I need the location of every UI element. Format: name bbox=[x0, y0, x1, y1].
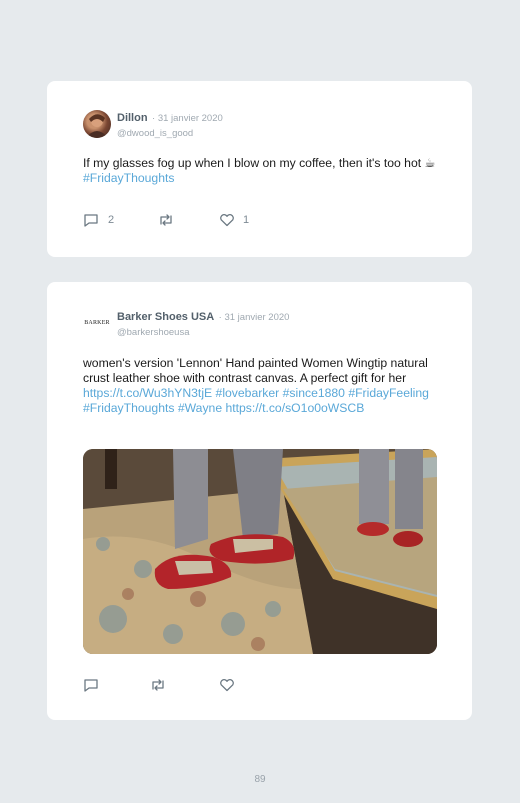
avatar[interactable]: BARKER bbox=[83, 309, 111, 337]
like-button[interactable] bbox=[219, 678, 235, 692]
tweet-text: women's version 'Lennon' Hand painted Wo… bbox=[83, 356, 438, 416]
heart-icon bbox=[219, 678, 235, 692]
retweet-icon bbox=[157, 213, 175, 227]
avatar[interactable] bbox=[83, 110, 111, 138]
display-name[interactable]: Barker Shoes USA bbox=[117, 311, 214, 323]
reply-button[interactable]: 2 bbox=[83, 213, 157, 227]
tweet-header: Dillon · 31 janvier 2020 @dwood_is_good bbox=[83, 110, 223, 140]
hashtag-link[interactable]: #FridayThoughts bbox=[83, 171, 174, 185]
tweet-header: BARKER Barker Shoes USA · 31 janvier 202… bbox=[83, 309, 289, 339]
tweet-media-image[interactable] bbox=[83, 449, 437, 654]
reply-button[interactable] bbox=[83, 678, 149, 692]
heart-icon bbox=[219, 213, 235, 227]
user-handle[interactable]: @dwood_is_good bbox=[117, 128, 193, 139]
shoes-photo bbox=[83, 449, 437, 654]
tweet-body: If my glasses fog up when I blow on my c… bbox=[83, 156, 436, 170]
tweet-card: BARKER Barker Shoes USA · 31 janvier 202… bbox=[47, 282, 472, 720]
display-name[interactable]: Dillon bbox=[117, 112, 148, 124]
tweet-links[interactable]: https://t.co/Wu3hYN3tjE #lovebarker #sin… bbox=[83, 386, 429, 415]
retweet-button[interactable] bbox=[157, 213, 219, 227]
like-count: 1 bbox=[243, 214, 250, 226]
retweet-button[interactable] bbox=[149, 678, 219, 692]
tweet-actions bbox=[83, 678, 235, 692]
avatar-logo-text: BARKER bbox=[84, 320, 110, 326]
reply-count: 2 bbox=[108, 214, 115, 226]
tweet-date: · 31 janvier 2020 bbox=[218, 312, 290, 323]
tweet-actions: 2 1 bbox=[83, 213, 249, 227]
like-button[interactable]: 1 bbox=[219, 213, 249, 227]
reply-icon bbox=[83, 213, 99, 227]
tweet-text: If my glasses fog up when I blow on my c… bbox=[83, 156, 438, 186]
page-number: 89 bbox=[254, 774, 266, 785]
user-handle[interactable]: @barkershoeusa bbox=[117, 327, 190, 338]
tweet-body: women's version 'Lennon' Hand painted Wo… bbox=[83, 356, 428, 385]
tweet-date: · 31 janvier 2020 bbox=[152, 113, 223, 124]
tweet-card: Dillon · 31 janvier 2020 @dwood_is_good … bbox=[47, 81, 472, 257]
reply-icon bbox=[83, 678, 99, 692]
retweet-icon bbox=[149, 678, 167, 692]
